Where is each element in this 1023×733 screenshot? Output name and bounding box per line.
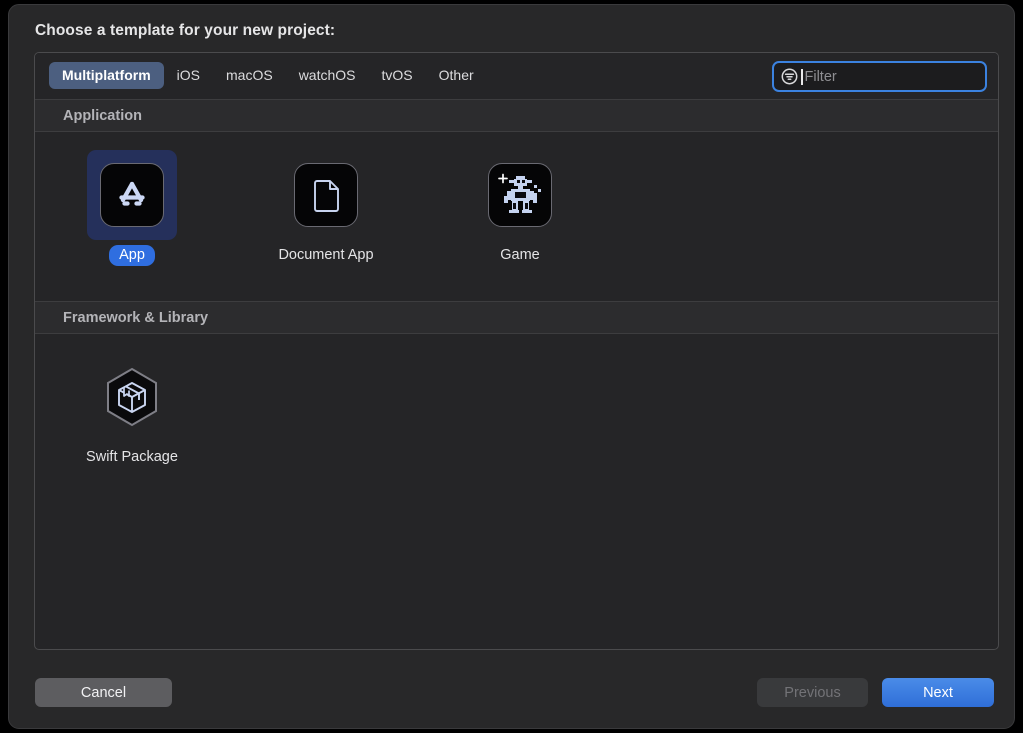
template-item-label: Document App (278, 247, 374, 263)
filter-input-placeholder: Filter (804, 68, 837, 85)
text-caret (801, 68, 803, 85)
filter-icon (781, 68, 798, 85)
game-robot-icon (488, 163, 552, 227)
template-item-label: App (109, 245, 155, 266)
new-project-template-dialog: Choose a template for your new project: … (8, 4, 1015, 729)
template-browser-panel: Multiplatform iOS macOS watchOS tvOS Oth… (34, 52, 999, 650)
template-grid-application: App Document App Game (35, 132, 998, 302)
app-store-icon (100, 163, 164, 227)
page-title: Choose a template for your new project: (35, 22, 336, 39)
cancel-button[interactable]: Cancel (35, 678, 172, 707)
section-header-framework-library: Framework & Library (35, 302, 998, 334)
filter-field[interactable]: Filter (772, 61, 987, 92)
platform-tabs: Multiplatform iOS macOS watchOS tvOS Oth… (49, 62, 487, 89)
tab-macos[interactable]: macOS (213, 62, 286, 89)
template-item-label: Game (500, 247, 540, 263)
next-button[interactable]: Next (882, 678, 994, 707)
tab-ios[interactable]: iOS (164, 62, 213, 89)
tab-tvos[interactable]: tvOS (369, 62, 426, 89)
previous-button[interactable]: Previous (757, 678, 868, 707)
template-icon-box (475, 150, 565, 240)
template-item-document-app[interactable]: Document App (229, 150, 423, 291)
template-item-swift-package[interactable]: Swift Package (35, 352, 229, 621)
tab-multiplatform[interactable]: Multiplatform (49, 62, 164, 89)
template-icon-box (281, 150, 371, 240)
template-icon-box (87, 352, 177, 442)
document-icon (294, 163, 358, 227)
template-item-game[interactable]: Game (423, 150, 617, 291)
swift-package-icon (100, 365, 164, 429)
platform-tabbar: Multiplatform iOS macOS watchOS tvOS Oth… (35, 53, 998, 100)
section-header-application: Application (35, 100, 998, 132)
template-item-app[interactable]: App (35, 150, 229, 291)
template-icon-box (87, 150, 177, 240)
template-item-label: Swift Package (86, 449, 178, 465)
tab-other[interactable]: Other (426, 62, 487, 89)
tab-watchos[interactable]: watchOS (286, 62, 369, 89)
template-grid-framework-library: Swift Package (35, 334, 998, 631)
dialog-button-bar: Cancel Previous Next (9, 669, 1014, 719)
